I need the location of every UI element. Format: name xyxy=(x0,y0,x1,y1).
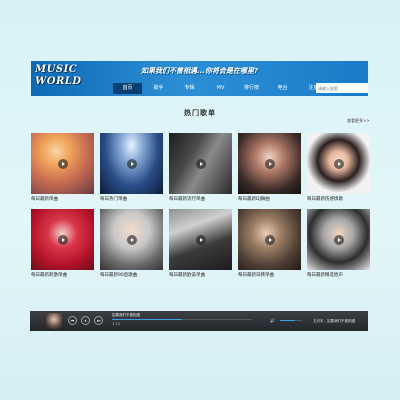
playlist-title[interactable]: 每日最新伤感情歌 xyxy=(307,196,343,202)
playlist-card[interactable]: 每日最新刺激单曲 xyxy=(31,209,94,278)
playlist-title[interactable]: 每日最新90后歌曲 xyxy=(100,272,137,278)
main-nav: 首页 歌手 专辑 MV 排行榜 电台 注册 xyxy=(113,83,328,94)
playlist-title[interactable]: 每日最新单曲 xyxy=(31,196,58,202)
playlist-cover[interactable] xyxy=(169,133,232,194)
nav-radio[interactable]: 电台 xyxy=(268,83,297,94)
play-icon[interactable] xyxy=(126,234,137,245)
play-icon[interactable] xyxy=(264,234,275,245)
playlist-current[interactable]: 五月天 - 如果我们不曾相遇 xyxy=(313,319,355,324)
prev-icon[interactable]: ⏮ xyxy=(68,316,77,325)
playlist-cover[interactable] xyxy=(100,133,163,194)
pause-icon[interactable]: ⏸ xyxy=(81,316,90,325)
music-player: ⏮ ⏸ ⏭ 如果我们不曾相遇 1:13 🔊 五月天 - 如果我们不曾相遇 xyxy=(30,311,368,331)
playlist-cover[interactable] xyxy=(238,133,301,194)
playlist-grid: 每日最新单曲 每日热门单曲 每日最新流行单曲 每日最新DJ舞曲 每日最新伤感情歌… xyxy=(31,133,370,278)
nav-charts[interactable]: 排行榜 xyxy=(237,83,266,94)
playlist-card[interactable]: 每日最新流行单曲 xyxy=(169,133,232,202)
play-icon[interactable] xyxy=(195,158,206,169)
logo-line2: WORLD xyxy=(35,76,82,87)
nav-singers[interactable]: 歌手 xyxy=(144,83,173,94)
play-icon[interactable] xyxy=(57,158,68,169)
nav-albums[interactable]: 专辑 xyxy=(175,83,204,94)
playlist-card[interactable]: 每日最新DJ舞曲 xyxy=(238,133,301,202)
track-title: 如果我们不曾相遇 xyxy=(112,313,140,317)
nav-home[interactable]: 首页 xyxy=(113,83,142,94)
section-title: 热门歌单 xyxy=(184,109,216,117)
play-icon[interactable] xyxy=(333,234,344,245)
now-playing-cover xyxy=(46,313,62,329)
playlist-card[interactable]: 每日最新精选原声 xyxy=(307,209,370,278)
playlist-cover[interactable] xyxy=(307,209,370,270)
playlist-cover[interactable] xyxy=(31,133,94,194)
playlist-card[interactable]: 每日最新单曲 xyxy=(31,133,94,202)
play-icon[interactable] xyxy=(57,234,68,245)
playlist-card[interactable]: 每日热门单曲 xyxy=(100,133,163,202)
slogan: 如果我们不曾相遇...你将会是在哪里? xyxy=(140,67,259,75)
next-icon[interactable]: ⏭ xyxy=(94,316,103,325)
playlist-cover[interactable] xyxy=(307,133,370,194)
volume-icon[interactable]: 🔊 xyxy=(270,318,275,323)
playlist-card[interactable]: 每日最新伤感情歌 xyxy=(307,133,370,202)
progress-bar[interactable] xyxy=(112,319,252,320)
play-icon[interactable] xyxy=(264,158,275,169)
playlist-title[interactable]: 每日最新刺激单曲 xyxy=(31,272,67,278)
play-icon[interactable] xyxy=(195,234,206,245)
playlist-card[interactable]: 每日最新90后歌曲 xyxy=(100,209,163,278)
play-icon[interactable] xyxy=(333,158,344,169)
playlist-title[interactable]: 每日最新欧美单曲 xyxy=(169,272,205,278)
volume-slider[interactable] xyxy=(280,320,302,321)
playlist-title[interactable]: 每日热门单曲 xyxy=(100,196,127,202)
playlist-card[interactable]: 每日最新日韩单曲 xyxy=(238,209,301,278)
playlist-title[interactable]: 每日最新日韩单曲 xyxy=(238,272,274,278)
playlist-cover[interactable] xyxy=(100,209,163,270)
search-input[interactable] xyxy=(316,83,368,93)
playlist-cover[interactable] xyxy=(169,209,232,270)
playlist-cover[interactable] xyxy=(31,209,94,270)
nav-mv[interactable]: MV xyxy=(206,83,235,94)
playlist-title[interactable]: 每日最新流行单曲 xyxy=(169,196,205,202)
playlist-title[interactable]: 每日最新精选原声 xyxy=(307,272,343,278)
progress-fill xyxy=(112,319,182,320)
volume-fill xyxy=(280,320,296,321)
playlist-card[interactable]: 每日最新欧美单曲 xyxy=(169,209,232,278)
playlist-cover[interactable] xyxy=(238,209,301,270)
playlist-title[interactable]: 每日最新DJ舞曲 xyxy=(238,196,270,202)
more-link[interactable]: 查看更多>> xyxy=(347,118,370,124)
time-elapsed: 1:13 xyxy=(112,322,120,326)
play-icon[interactable] xyxy=(126,158,137,169)
site-header: MUSIC WORLD 如果我们不曾相遇...你将会是在哪里? 首页 歌手 专辑… xyxy=(31,61,368,96)
